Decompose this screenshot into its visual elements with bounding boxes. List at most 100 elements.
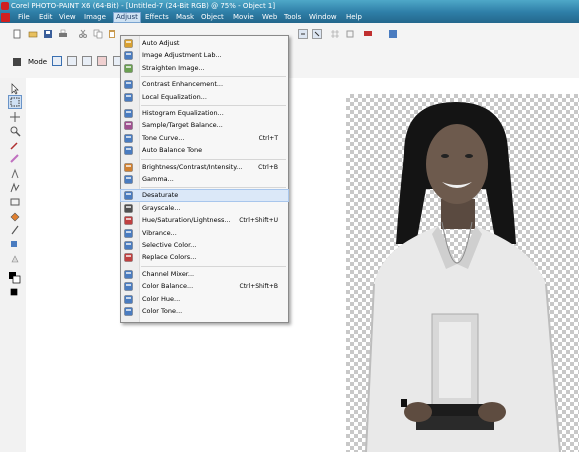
- swap-colors-icon[interactable]: [10, 288, 18, 296]
- adjustment-lab-icon: [124, 51, 133, 61]
- menu-item-label: Auto Balance Tone: [142, 146, 203, 155]
- color-swatch-icon[interactable]: [9, 272, 21, 284]
- grid-icon[interactable]: [330, 29, 340, 39]
- toolbox: [0, 78, 27, 452]
- save-icon[interactable]: [43, 29, 53, 39]
- menu-help[interactable]: Help: [344, 12, 364, 23]
- zoom-fit-icon[interactable]: [298, 29, 308, 39]
- histogram-icon: [124, 109, 133, 118]
- eraser-tool-icon[interactable]: [9, 153, 21, 165]
- adjust-menu-dropdown: Auto Adjust Image Adjustment Lab... Straig…: [120, 35, 289, 323]
- menu-item-desaturate[interactable]: Desaturate: [120, 189, 289, 203]
- menu-item-balance-tone[interactable]: Auto Balance Tone: [121, 145, 288, 156]
- rectangle-tool-icon[interactable]: [9, 196, 21, 208]
- menu-item-gamma[interactable]: Gamma...: [121, 174, 288, 185]
- cut-icon[interactable]: [78, 29, 88, 39]
- pick-tool-icon[interactable]: [9, 83, 21, 95]
- menu-item-brightness[interactable]: Brightness/Contrast/Intensity... Ctrl+B: [121, 162, 288, 173]
- menu-item-contrast[interactable]: Contrast Enhancement...: [121, 79, 288, 90]
- app-icon: [1, 2, 9, 10]
- menu-item-label: Desaturate: [142, 191, 179, 200]
- menu-item-label: Tone Curve...: [142, 133, 185, 142]
- menu-item-color-balance[interactable]: Color Balance... Ctrl+Shift+B: [121, 281, 288, 292]
- zoom-actual-icon[interactable]: [312, 29, 322, 39]
- title-bar: Corel PHOTO-PAINT X6 (64-Bit) - [Untitle…: [0, 0, 579, 12]
- menu-item-auto-adjust[interactable]: Auto Adjust: [121, 38, 288, 49]
- tone-curve-icon: [124, 134, 133, 143]
- menu-effects[interactable]: Effects: [143, 12, 171, 23]
- copy-icon[interactable]: [93, 29, 103, 39]
- menu-item-sample-target[interactable]: Sample/Target Balance...: [121, 120, 288, 131]
- channel-mixer-icon: [124, 270, 133, 279]
- menu-item-straighten[interactable]: Straighten Image...: [121, 63, 288, 74]
- menu-item-histogram[interactable]: Histogram Equalization...: [121, 108, 288, 119]
- zoom-tool-icon[interactable]: [9, 125, 21, 137]
- menu-item-label: Hue/Saturation/Lightness...: [142, 216, 231, 225]
- menu-image[interactable]: Image: [82, 12, 108, 23]
- menu-item-channel-mixer[interactable]: Channel Mixer...: [121, 269, 288, 280]
- menu-item-label: Contrast Enhancement...: [142, 80, 224, 89]
- menu-item-grayscale[interactable]: Grayscale...: [121, 203, 288, 214]
- menu-web[interactable]: Web: [260, 12, 279, 23]
- menu-item-equalization[interactable]: Local Equalization...: [121, 92, 288, 103]
- sample-target-icon: [124, 121, 133, 131]
- brightness-icon: [124, 162, 133, 172]
- object-picker-icon[interactable]: [12, 57, 22, 67]
- mode-xor-button[interactable]: [97, 56, 107, 66]
- document-menu-icon[interactable]: [1, 13, 10, 22]
- rulers-icon[interactable]: [345, 29, 355, 39]
- auto-adjust-icon: [124, 39, 133, 48]
- replace-colors-icon: [124, 253, 133, 263]
- menu-item-label: Auto Adjust: [142, 39, 180, 47]
- workspace: [26, 78, 579, 452]
- clone-tool-icon[interactable]: [9, 182, 21, 194]
- menu-file[interactable]: File: [16, 12, 32, 23]
- shape-tool-icon[interactable]: [9, 239, 21, 251]
- launch-icon[interactable]: [363, 29, 373, 39]
- menu-item-adjustment-lab[interactable]: Image Adjustment Lab...: [121, 50, 288, 61]
- menu-item-label: Grayscale...: [142, 203, 181, 212]
- menu-tools[interactable]: Tools: [282, 12, 303, 23]
- fill-tool-icon[interactable]: [9, 210, 21, 222]
- contrast-icon: [124, 80, 133, 89]
- menu-mask[interactable]: Mask: [174, 12, 196, 23]
- color-hue-icon: [124, 294, 133, 304]
- brush-tool-icon[interactable]: [9, 224, 21, 236]
- eyedropper-tool-icon[interactable]: [9, 139, 21, 151]
- new-document-icon[interactable]: [12, 29, 22, 39]
- mode-add-button[interactable]: [67, 56, 77, 66]
- image-canvas[interactable]: [346, 94, 579, 452]
- menu-item-label: Selective Color...: [142, 241, 197, 249]
- menu-item-label: Vibrance...: [142, 228, 177, 237]
- menu-item-shortcut: Ctrl+Shift+B: [239, 283, 278, 291]
- open-folder-icon[interactable]: [28, 29, 38, 39]
- paste-icon[interactable]: [107, 29, 117, 39]
- menu-adjust[interactable]: Adjust: [113, 12, 141, 23]
- menu-item-selective-color[interactable]: Selective Color...: [121, 240, 288, 251]
- menu-item-tone-curve[interactable]: Tone Curve... Ctrl+T: [121, 133, 288, 144]
- menu-item-vibrance[interactable]: Vibrance...: [121, 228, 288, 239]
- equalization-icon: [124, 92, 133, 102]
- menu-item-color-hue[interactable]: Color Hue...: [121, 294, 288, 305]
- property-bar: Mode: [0, 46, 579, 79]
- menu-item-color-tone[interactable]: Color Tone...: [121, 306, 288, 317]
- menu-item-hue-saturation[interactable]: Hue/Saturation/Lightness... Ctrl+Shift+U: [121, 215, 288, 226]
- menu-movie[interactable]: Movie: [231, 12, 256, 23]
- menu-view[interactable]: View: [57, 12, 78, 23]
- mode-normal-button[interactable]: [52, 56, 62, 66]
- transform-tool-icon[interactable]: [9, 111, 21, 123]
- menu-item-label: Color Hue...: [142, 294, 181, 303]
- red-eye-tool-icon[interactable]: [9, 168, 21, 180]
- menu-window[interactable]: Window: [307, 12, 339, 23]
- menu-object[interactable]: Object: [199, 12, 226, 23]
- mask-tool-icon[interactable]: [8, 95, 22, 109]
- menu-item-label: Channel Mixer...: [142, 269, 195, 278]
- mode-subtract-button[interactable]: [82, 56, 92, 66]
- color-balance-icon: [124, 282, 133, 291]
- effect-tool-icon[interactable]: [9, 253, 21, 265]
- print-icon[interactable]: [58, 29, 68, 39]
- menu-item-label: Histogram Equalization...: [142, 109, 224, 117]
- options-icon[interactable]: [388, 29, 398, 39]
- menu-edit[interactable]: Edit: [37, 12, 55, 23]
- menu-item-replace-colors[interactable]: Replace Colors...: [121, 252, 288, 263]
